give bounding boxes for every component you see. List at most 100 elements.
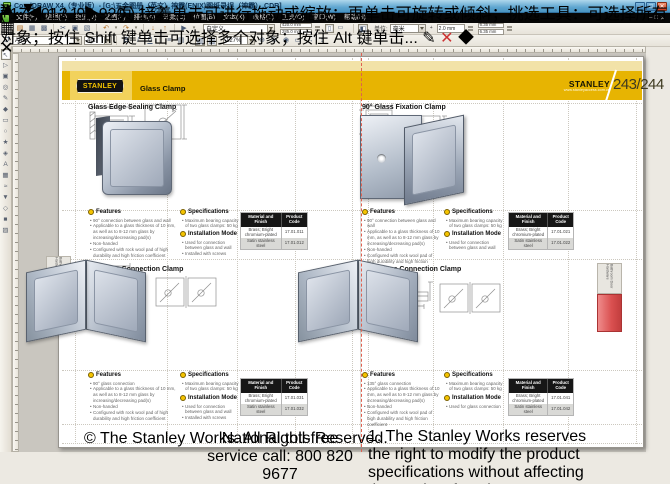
crop-tool[interactable]: ▣ bbox=[1, 71, 11, 82]
features-list: 90° connection between glass and wallApp… bbox=[90, 218, 176, 260]
feature-item: 90° connection between glass and wall bbox=[364, 218, 440, 230]
feature-item: Applicable to a glass thickness of 10 mm… bbox=[364, 229, 440, 247]
table-row: Brass; Bright chromium-plated17.01.021 bbox=[509, 227, 573, 238]
table-row: Satin stainless steel17.01.032 bbox=[241, 404, 307, 415]
material-header: Material and Finish bbox=[241, 215, 281, 224]
freehand-tool[interactable]: ✎ bbox=[1, 93, 11, 104]
code-cell: 17.01.031 bbox=[281, 393, 307, 404]
basic-shapes-tool[interactable]: ◈ bbox=[1, 148, 11, 159]
fill-bucket-icon: ◆ bbox=[458, 30, 474, 47]
material-cell: Satin stainless steel bbox=[509, 239, 547, 248]
material-header: Material and Finish bbox=[241, 381, 281, 390]
product-block[interactable]: 90° Glass Fixation Clamp Features 90° co… bbox=[358, 102, 574, 262]
blend-tool[interactable]: ≈ bbox=[1, 181, 11, 192]
install-item: Used for connection between glass and wa… bbox=[446, 240, 504, 252]
installation-heading: Installation Mode bbox=[180, 395, 237, 401]
table-tool[interactable]: ▦ bbox=[1, 170, 11, 181]
guide-line bbox=[352, 58, 353, 444]
install-item: Used for connection between glass and wa… bbox=[182, 404, 242, 416]
catalog-page-number[interactable]: 243/244 bbox=[613, 76, 664, 93]
rectangle-tool[interactable]: ▭ bbox=[1, 115, 11, 126]
status-bar: ( 173.012, 90.920 ) 接着单击可进行拖动或缩放；再单击可旋转或… bbox=[0, 0, 670, 48]
spec-item: Maximum bearing capacity of two glass cl… bbox=[446, 218, 504, 230]
features-list: 135° glass connectionApplicable to a gla… bbox=[364, 381, 440, 429]
zoom-tool[interactable]: ◎ bbox=[1, 82, 11, 93]
table-row: Satin stainless steel17.01.022 bbox=[509, 238, 573, 249]
material-header: Material and Finish bbox=[509, 215, 547, 224]
product-code-table: Material and FinishProduct Code Brass; B… bbox=[240, 212, 308, 250]
code-header: Product Code bbox=[281, 379, 307, 393]
features-heading: Features bbox=[88, 209, 121, 215]
right-tab-text: Bathroom Door Hardware bbox=[606, 264, 614, 293]
specifications-list: Maximum bearing capacity of two glass cl… bbox=[446, 381, 504, 393]
specifications-heading: Specifications bbox=[444, 209, 493, 215]
toolbox: ↖▷▣◎✎◆▭○★◈A▦≈▼◇■▨ bbox=[0, 46, 12, 452]
table-row: Satin stainless steel17.01.012 bbox=[241, 238, 307, 249]
guideline-red[interactable] bbox=[361, 53, 362, 452]
specifications-list: Maximum bearing capacity of two glass cl… bbox=[182, 218, 242, 230]
outline-tool[interactable]: ◇ bbox=[1, 203, 11, 214]
fill-tool[interactable]: ■ bbox=[1, 214, 11, 225]
feature-item: Configured with rock wool pad of high du… bbox=[90, 410, 176, 422]
interactive-fill-tool[interactable]: ▨ bbox=[1, 225, 11, 236]
table-row: Satin stainless steel17.01.042 bbox=[509, 404, 573, 415]
code-cell: 17.01.021 bbox=[547, 227, 573, 238]
installation-list: Used for connection between glass and wa… bbox=[182, 240, 242, 258]
install-item: Used for connection between glass and wa… bbox=[182, 240, 242, 252]
specifications-list: Maximum bearing capacity of two glass cl… bbox=[182, 381, 242, 393]
product-block[interactable]: 135° Glass Connection Clamp bbox=[358, 262, 574, 422]
table-row: Brass; Bright chromium-plated17.01.041 bbox=[509, 393, 573, 404]
shape-tool[interactable]: ▷ bbox=[1, 60, 11, 71]
spec-item: Maximum bearing capacity of two glass cl… bbox=[182, 381, 242, 393]
code-cell: 17.01.012 bbox=[281, 238, 307, 249]
product-block[interactable]: 90° Glass Connection Clamp Features bbox=[86, 262, 310, 422]
material-cell: Brass; Bright chromium-plated bbox=[241, 228, 281, 237]
installation-list: Used for connection between glass and wa… bbox=[446, 240, 504, 252]
code-cell: 17.01.042 bbox=[547, 404, 573, 415]
code-cell: 17.01.011 bbox=[281, 227, 307, 238]
eyedropper-tool[interactable]: ▼ bbox=[1, 192, 11, 203]
feature-item: Configured with rock wool pad of high du… bbox=[364, 410, 440, 428]
install-item: Installed with screws bbox=[182, 415, 242, 421]
installation-list: Used for connection between glass and wa… bbox=[182, 404, 242, 422]
table-row: Brass; Bright chromium-plated17.01.031 bbox=[241, 393, 307, 404]
specifications-heading: Specifications bbox=[180, 209, 229, 215]
corel-draw-window: CorelDRAW X4（专业版）- [G:\五金图册（英文）神霸(ENIX)图… bbox=[0, 0, 670, 484]
material-cell: Brass; Bright chromium-plated bbox=[509, 394, 547, 403]
catalog-section-title[interactable]: Glass Clamp bbox=[140, 84, 185, 93]
product-photo bbox=[360, 115, 468, 205]
material-cell: Brass; Bright chromium-plated bbox=[241, 394, 281, 403]
polygon-tool[interactable]: ★ bbox=[1, 137, 11, 148]
right-section-tab[interactable]: Bathroom Door Hardware bbox=[597, 263, 622, 332]
brand-right-text: STANLEY bbox=[540, 80, 610, 88]
material-cell: Satin stainless steel bbox=[509, 405, 547, 414]
footer-note: 1. The Stanley Works reserves the right … bbox=[368, 428, 608, 484]
no-fill-icon: ✕ bbox=[440, 30, 453, 47]
ellipse-tool[interactable]: ○ bbox=[1, 126, 11, 137]
guide-line bbox=[62, 424, 642, 425]
specifications-heading: Specifications bbox=[444, 372, 493, 378]
glass-layout-drawing bbox=[154, 274, 220, 312]
installation-heading: Installation Mode bbox=[444, 395, 501, 401]
smart-fill-tool[interactable]: ◆ bbox=[1, 104, 11, 115]
install-item: Installed with screws bbox=[182, 251, 242, 257]
vertical-ruler[interactable] bbox=[12, 53, 19, 452]
features-heading: Features bbox=[362, 209, 395, 215]
features-list: 90° glass connectionApplicable to a glas… bbox=[90, 381, 176, 423]
code-header: Product Code bbox=[547, 213, 573, 227]
code-header: Product Code bbox=[281, 213, 307, 227]
cursor-coordinates: ( 173.012, 90.920 ) bbox=[0, 6, 135, 23]
header-brand-right[interactable]: STANLEY www.stanleyaccess.com.cn bbox=[540, 80, 610, 92]
installation-list: Used for glass connection bbox=[446, 404, 504, 410]
code-cell: 17.01.032 bbox=[281, 404, 307, 415]
product-block[interactable]: Glass Edge Sealing Clamp Features 90° co… bbox=[86, 102, 310, 262]
features-heading: Features bbox=[362, 372, 395, 378]
features-heading: Features bbox=[88, 372, 121, 378]
text-tool[interactable]: A bbox=[1, 159, 11, 170]
footer-service: National toll-free service call: 800 820… bbox=[200, 430, 360, 484]
installation-heading: Installation Mode bbox=[180, 231, 237, 237]
right-tab-label: Bathroom Door Hardware bbox=[597, 263, 622, 294]
feature-item: Applicable to a glass thickness of 10 mm… bbox=[364, 386, 440, 404]
stanley-logo[interactable]: STANLEY bbox=[76, 79, 124, 93]
product-code-table: Material and FinishProduct Code Brass; B… bbox=[508, 378, 574, 416]
